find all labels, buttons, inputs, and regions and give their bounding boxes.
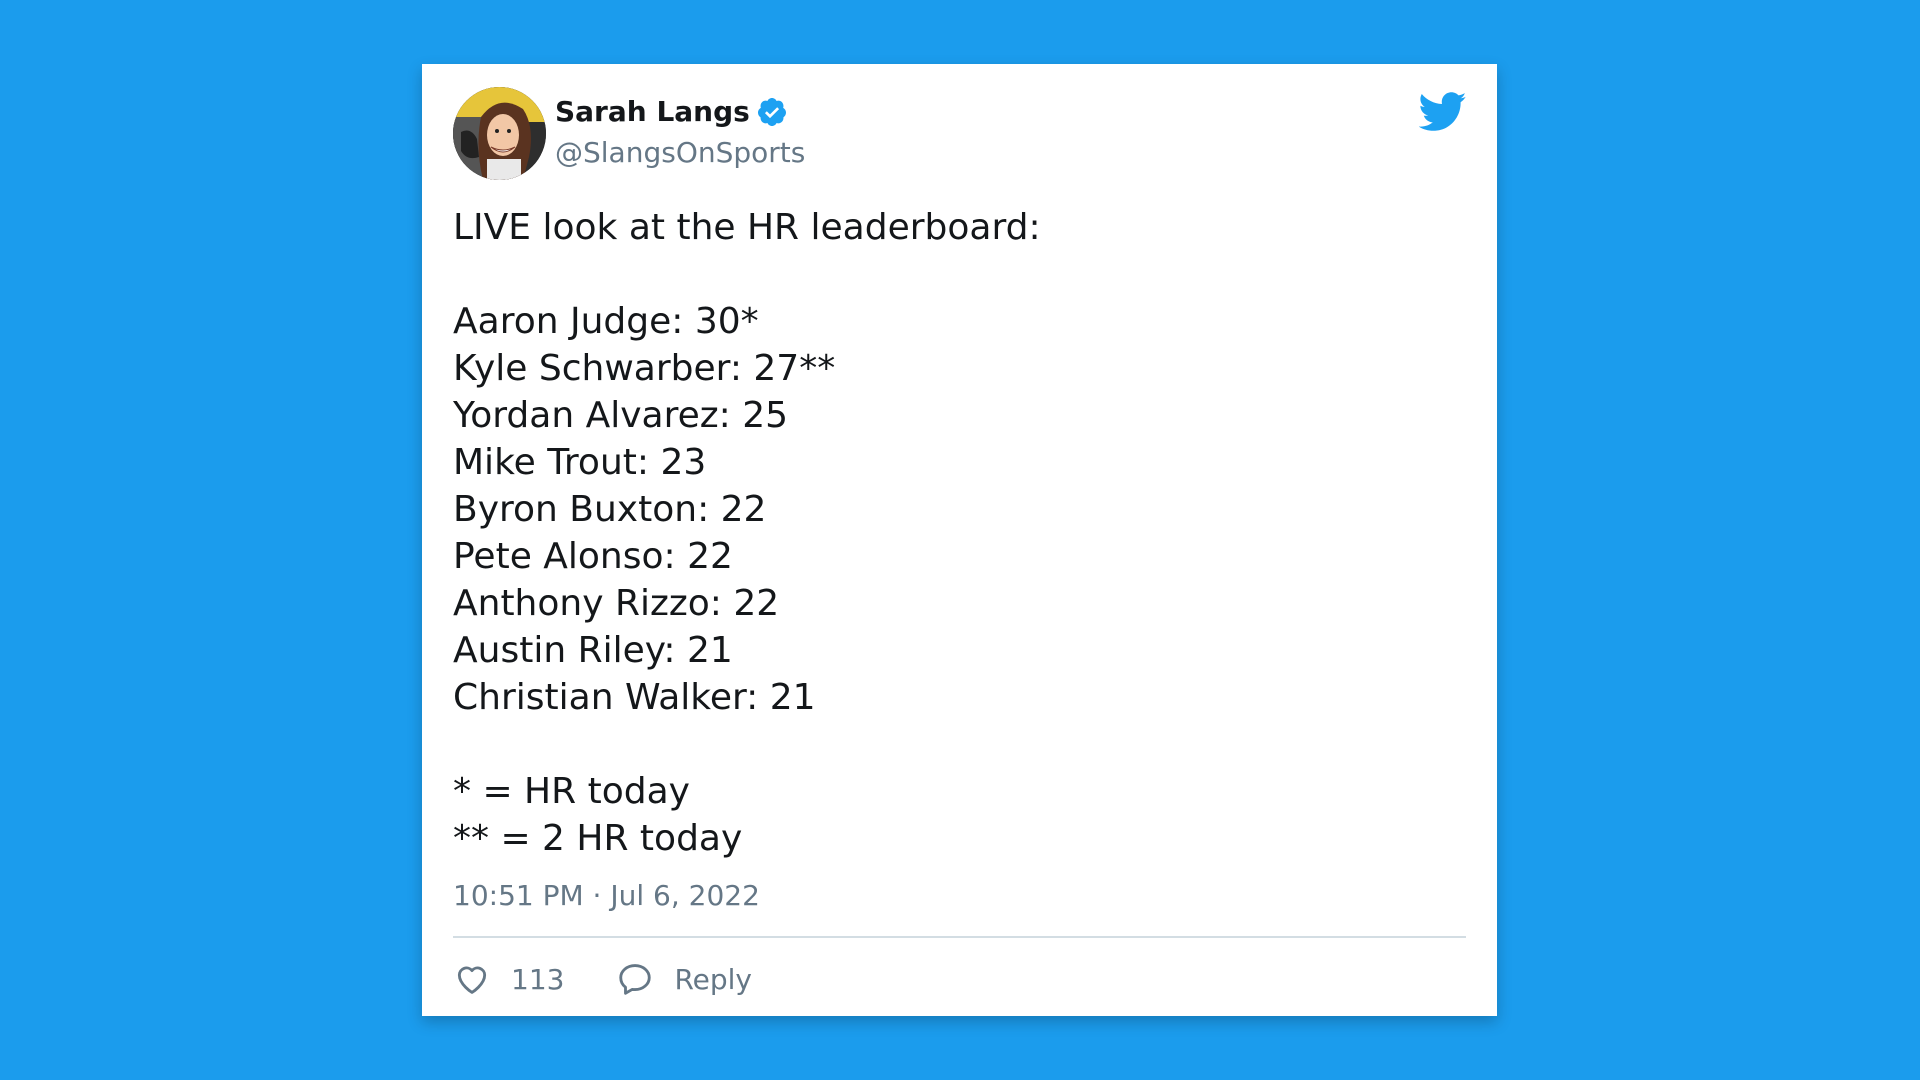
legend-list: * = HR today ** = 2 HR today (453, 768, 1463, 862)
avatar-cartoon-icon (453, 87, 546, 180)
verified-badge-icon (757, 97, 786, 126)
leaderboard-item: Aaron Judge: 30* (453, 301, 759, 342)
leaderboard-item: Kyle Schwarber: 27** (453, 348, 836, 389)
author-name[interactable]: Sarah Langs (555, 95, 788, 128)
legend-item: * = HR today (453, 771, 690, 812)
reply-bubble-icon (619, 964, 652, 995)
like-button[interactable]: 113 (453, 960, 564, 998)
tweet-text: LIVE look at the HR leaderboard: Aaron J… (453, 204, 1463, 862)
leaderboard-item: Yordan Alvarez: 25 (453, 395, 789, 436)
heart-icon (457, 966, 487, 994)
tweet-card: Sarah Langs @SlangsOnSports LIVE look at… (422, 64, 1497, 1016)
author-name-text[interactable]: Sarah Langs (555, 95, 750, 128)
legend-item: ** = 2 HR today (453, 818, 743, 859)
divider (453, 936, 1466, 938)
tweet-timestamp[interactable]: 10:51 PM · Jul 6, 2022 (453, 879, 760, 912)
author-avatar[interactable] (453, 87, 546, 180)
leaderboard-item: Christian Walker: 21 (453, 677, 816, 718)
leaderboard-item: Mike Trout: 23 (453, 442, 707, 483)
tweet-intro: LIVE look at the HR leaderboard: (453, 207, 1041, 248)
leaderboard-list: Aaron Judge: 30* Kyle Schwarber: 27** Yo… (453, 298, 1463, 721)
like-count: 113 (511, 962, 565, 996)
leaderboard-item: Byron Buxton: 22 (453, 489, 767, 530)
leaderboard-item: Anthony Rizzo: 22 (453, 583, 780, 624)
reply-label: Reply (674, 962, 752, 996)
leaderboard-item: Pete Alonso: 22 (453, 536, 733, 577)
leaderboard-item: Austin Riley: 21 (453, 630, 733, 671)
tweet-actions: 113 Reply (453, 957, 752, 1001)
author-handle[interactable]: @SlangsOnSports (555, 136, 805, 169)
twitter-bird-icon[interactable] (1419, 92, 1467, 132)
reply-button[interactable]: Reply (616, 960, 752, 998)
